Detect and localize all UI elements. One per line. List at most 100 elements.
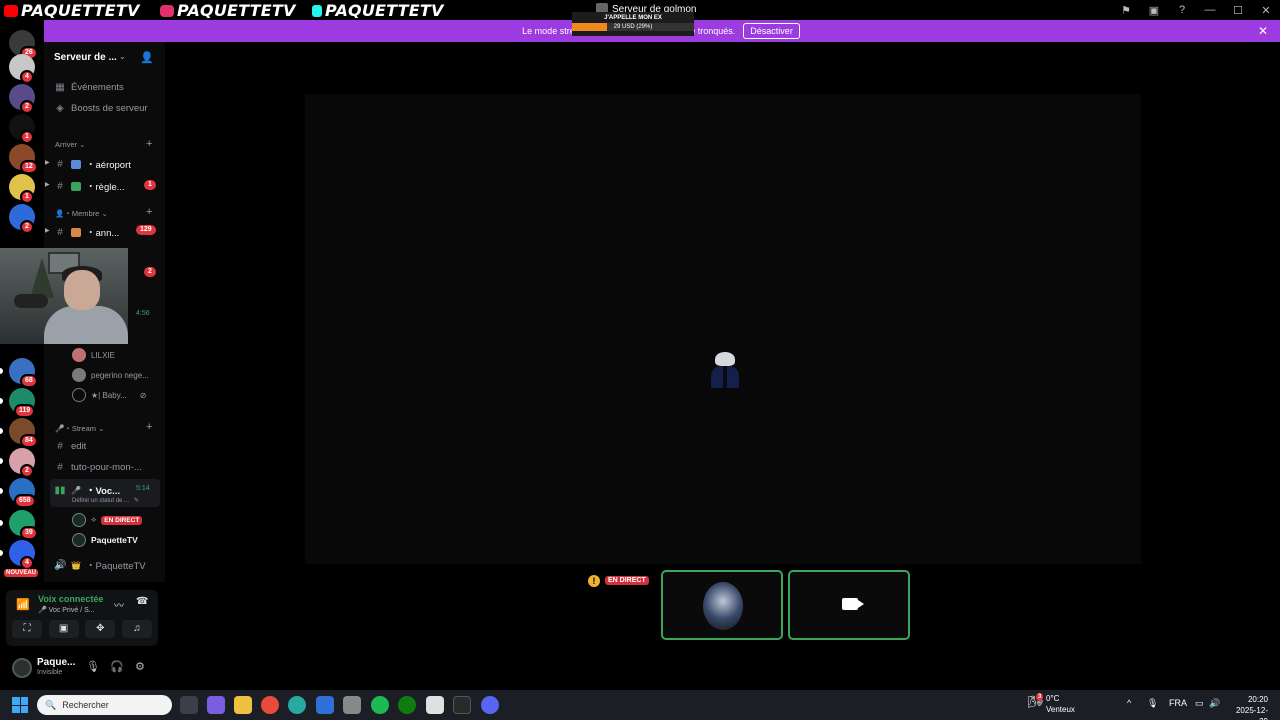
store-icon[interactable] [426, 696, 444, 714]
voice-status[interactable]: Voix connectée [38, 594, 103, 604]
avatar [72, 388, 86, 402]
volume-icon[interactable]: 🔊 [1209, 698, 1220, 709]
caret-icon: ▶ [45, 228, 50, 234]
warning-icon[interactable]: ! [588, 575, 600, 587]
taskbar: 🔍 Rechercher 🌬 3 0°C Venteux ^ 🎙 FRA ▭ 🔊 … [0, 690, 1280, 720]
disconnect-icon[interactable]: ☎ [136, 596, 148, 607]
category-stream[interactable]: 🎤・Stream ⌄ [55, 423, 104, 434]
channel-paquettetv[interactable]: 🔊 👑 ・PaquetteTV [54, 558, 146, 573]
channel-ann[interactable]: # ・ann... [54, 225, 119, 240]
help-icon[interactable]: ? [1168, 4, 1196, 16]
youtube-icon [4, 4, 18, 17]
voice-user-live[interactable]: ⟡ EN DIRECT [72, 513, 143, 527]
overlay-youtube-handle: PAQUETTETV [4, 1, 140, 20]
voice-user[interactable]: ★| Baby... ⊘ [72, 388, 146, 402]
tiktok-icon [312, 4, 322, 17]
hashtag-icon: # [57, 441, 63, 452]
category-membre[interactable]: 👤・Membre ⌄ [55, 208, 108, 219]
server-badge: 39 [20, 526, 38, 540]
microphone-icon[interactable]: 🎙 [1147, 698, 1158, 709]
stream-viewer[interactable] [305, 94, 1141, 564]
voice-connected-panel: 📶 Voix connectée 🎤 Voc Privé / S... 〰 ☎ … [6, 590, 158, 646]
server-badge: 12 [20, 160, 38, 174]
taskbar-search[interactable]: 🔍 Rechercher [37, 695, 172, 715]
settings-gear-icon[interactable]: ⚙ [135, 660, 145, 673]
copilot-icon[interactable] [207, 696, 225, 714]
chevron-up-icon[interactable]: ^ [1127, 698, 1131, 708]
live-badge: EN DIRECT [605, 576, 649, 585]
megaphone-icon [71, 227, 81, 237]
instagram-icon [160, 4, 174, 17]
chevron-down-icon[interactable]: ⌄ [119, 52, 126, 61]
boosts-item[interactable]: ◈ Boosts de serveur [54, 103, 147, 114]
disable-streamer-mode-button[interactable]: Désactiver [743, 23, 800, 39]
obs-icon[interactable] [453, 696, 471, 714]
plane-icon [71, 159, 81, 169]
boost-icon: ◈ [56, 103, 64, 114]
screen-share-icon[interactable]: ▣ [48, 620, 79, 638]
maximize-icon[interactable]: ☐ [1224, 4, 1252, 17]
noise-suppression-icon[interactable]: 〰 [114, 597, 124, 612]
task-view-icon[interactable] [180, 696, 198, 714]
speaker-icon: ▮▮ [54, 484, 66, 496]
events-item[interactable]: ▦ Événements [54, 82, 124, 93]
avatar [72, 368, 86, 382]
discord-icon[interactable] [481, 696, 499, 714]
streamer-head [64, 270, 100, 310]
clock[interactable]: 20:20 2025-12-29 [1228, 694, 1268, 720]
edge-icon[interactable] [288, 696, 306, 714]
camera-off-icon[interactable]: ⛶ [12, 620, 42, 638]
participant-avatar [703, 582, 743, 630]
calendar-icon: ▦ [55, 82, 65, 93]
pencil-icon: ✎ [134, 498, 140, 504]
overlay-tiktok-handle: PAQUETTETV [312, 1, 444, 20]
soundboard-icon[interactable]: ♫ [121, 620, 152, 638]
add-channel-icon[interactable]: + [146, 138, 152, 150]
add-channel-icon[interactable]: + [146, 206, 152, 218]
channel-aeroport[interactable]: # ・aéroport [54, 157, 131, 172]
flag-icon[interactable]: ⚑ [1112, 4, 1140, 17]
unread-badge: 2 [144, 267, 156, 277]
username[interactable]: Paque... [37, 657, 75, 668]
spotify-icon[interactable] [371, 696, 389, 714]
settings-icon[interactable] [343, 696, 361, 714]
file-explorer-icon[interactable] [234, 696, 252, 714]
server-name[interactable]: Serveur de ... [54, 52, 117, 63]
channel-status[interactable]: Définir un statut de ... ✎ [72, 497, 140, 505]
network-icon[interactable]: ▭ [1195, 698, 1204, 709]
avatar[interactable] [12, 658, 32, 678]
channel-voc[interactable]: ▮▮ 🎤 ・Voc... [54, 483, 120, 498]
headset [14, 294, 48, 308]
mail-icon[interactable] [316, 696, 334, 714]
add-channel-icon[interactable]: + [146, 421, 152, 433]
language-indicator[interactable]: FRA [1169, 698, 1187, 708]
voice-user[interactable]: PaquetteTV [72, 533, 138, 547]
voice-user[interactable]: pegerino nege... [72, 368, 149, 382]
channel-regle[interactable]: # ・règle... [54, 179, 124, 194]
crown-icon: 👑 [71, 560, 81, 570]
voice-channel-name[interactable]: 🎤 Voc Privé / S... [38, 606, 95, 614]
participant-tile[interactable] [661, 570, 783, 640]
server-badge: 119 [14, 404, 36, 418]
category-arriver[interactable]: Arriver ⌄ [55, 140, 85, 149]
hashtag-icon: # [57, 462, 63, 473]
hashtag-icon: # [57, 180, 63, 192]
person-icon: 👤 [55, 209, 65, 218]
microphone-icon[interactable]: 🎙 [86, 660, 100, 673]
caret-icon: ▶ [45, 160, 50, 166]
activities-icon[interactable]: ✥ [85, 620, 116, 638]
chrome-icon[interactable] [261, 696, 279, 714]
banner-close-icon[interactable]: ✕ [1258, 24, 1268, 38]
close-icon[interactable]: ✕ [1252, 4, 1280, 17]
channel-tuto[interactable]: # tuto-pour-mon-... [54, 462, 142, 473]
screen-icon[interactable]: ▣ [1140, 4, 1168, 17]
headphones-icon[interactable]: 🎧 [110, 660, 124, 673]
participant-tile-camera[interactable] [788, 570, 910, 640]
xbox-icon[interactable] [398, 696, 416, 714]
windows-start-icon[interactable] [12, 697, 28, 713]
new-badge[interactable]: NOUVEAU [4, 569, 39, 577]
channel-edit[interactable]: # edit [54, 441, 86, 452]
voice-user[interactable]: LILXIE [72, 348, 115, 362]
invite-icon[interactable]: 👤 [140, 51, 154, 64]
minimize-icon[interactable]: — [1196, 4, 1224, 16]
